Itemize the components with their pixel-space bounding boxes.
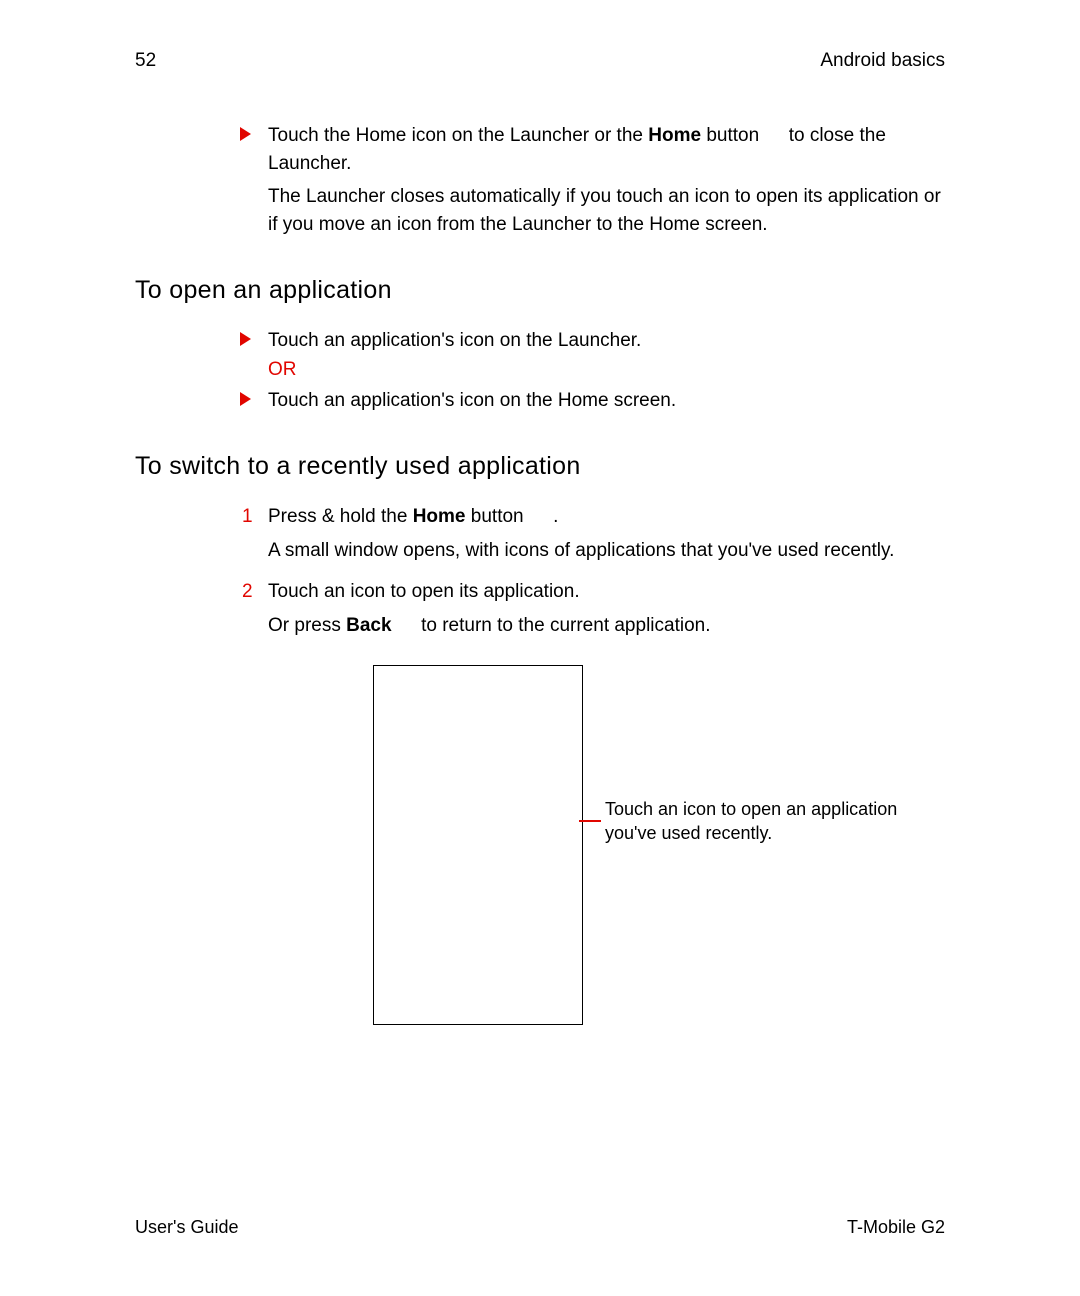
page-header: 52 Android basics <box>135 50 945 72</box>
intro-bullet: Touch the Home icon on the Launcher or t… <box>240 122 945 177</box>
callout-text: Touch an icon to open an application you… <box>605 797 945 846</box>
open-app-b2-text: Touch an application's icon on the Home … <box>268 390 676 411</box>
step-1-bold: Home <box>413 506 466 527</box>
step-1: 1 Press & hold the Home button . <box>240 503 945 531</box>
footer-right: T-Mobile G2 <box>847 1217 945 1238</box>
step-1-post: button . <box>466 506 559 527</box>
section-title: Android basics <box>820 50 945 72</box>
page-number: 52 <box>135 50 156 72</box>
intro-bullet-text-pre: Touch the Home icon on the Launcher or t… <box>268 125 648 146</box>
open-app-bullet-1: Touch an application's icon on the Launc… <box>240 327 945 355</box>
document-page: 52 Android basics Touch the Home icon on… <box>0 0 1080 1296</box>
step-2-number: 2 <box>242 578 253 606</box>
step-1-paragraph: A small window opens, with icons of appl… <box>240 537 945 565</box>
callout-leader-line <box>579 820 601 822</box>
step-2-text: Touch an icon to open its application. <box>268 581 580 602</box>
screenshot-callout-area: Touch an icon to open an application you… <box>373 665 945 1025</box>
switch-app-block: 1 Press & hold the Home button . A small… <box>240 503 945 1025</box>
triangle-bullet-icon <box>240 392 251 406</box>
intro-paragraph: The Launcher closes automatically if you… <box>240 183 945 238</box>
intro-bullet-home: Home <box>648 125 701 146</box>
heading-open-app: To open an application <box>135 276 945 305</box>
step-1-pre: Press & hold the <box>268 506 413 527</box>
step-2-para-post: to return to the current application. <box>392 615 711 636</box>
step-2: 2 Touch an icon to open its application. <box>240 578 945 606</box>
step-2-paragraph: Or press Back to return to the current a… <box>240 612 945 640</box>
triangle-bullet-icon <box>240 127 251 141</box>
phone-screenshot-placeholder <box>373 665 583 1025</box>
footer-left: User's Guide <box>135 1217 238 1238</box>
page-footer: User's Guide T-Mobile G2 <box>135 1217 945 1238</box>
open-app-bullet-2: Touch an application's icon on the Home … <box>240 387 945 415</box>
triangle-bullet-icon <box>240 332 251 346</box>
open-app-block: Touch an application's icon on the Launc… <box>240 327 945 414</box>
step-2-para-pre: Or press <box>268 615 346 636</box>
open-app-b1-text: Touch an application's icon on the Launc… <box>268 330 641 351</box>
heading-switch-app: To switch to a recently used application <box>135 452 945 481</box>
page-content: Touch the Home icon on the Launcher or t… <box>135 122 945 1025</box>
step-2-para-bold: Back <box>346 615 391 636</box>
step-1-number: 1 <box>242 503 253 531</box>
or-separator: OR <box>240 359 945 381</box>
intro-block: Touch the Home icon on the Launcher or t… <box>240 122 945 238</box>
